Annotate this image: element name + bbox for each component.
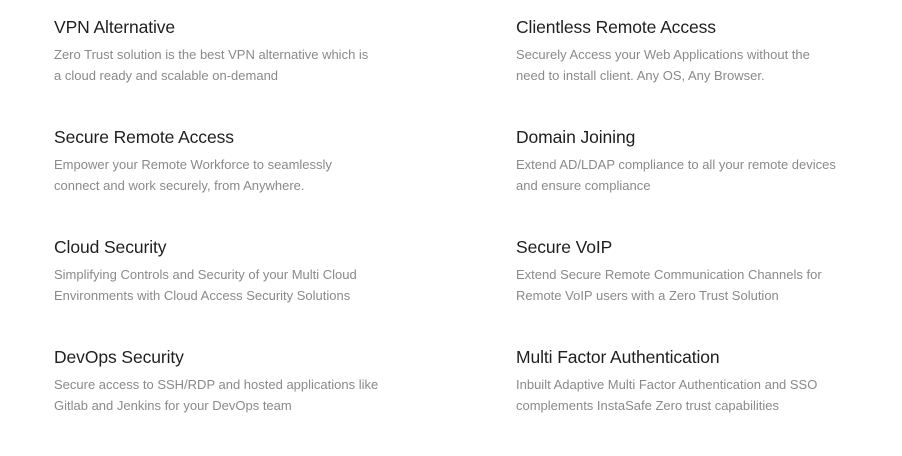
feature-description: Extend AD/LDAP compliance to all your re…: [516, 154, 902, 196]
feature-description-line: Simplifying Controls and Security of you…: [54, 267, 357, 282]
feature-title: Cloud Security: [54, 237, 167, 257]
feature-description: Secure access to SSH/RDP and hosted appl…: [54, 374, 446, 416]
feature-description-line: complements InstaSafe Zero trust capabil…: [516, 398, 780, 413]
feature-vpn-alternative: VPN Alternative Zero Trust solution is t…: [54, 15, 516, 125]
feature-description: Simplifying Controls and Security of you…: [54, 264, 446, 306]
feature-title: DevOps Security: [54, 347, 184, 367]
feature-description-line: Extend Secure Remote Communication Chann…: [516, 267, 822, 282]
feature-description: Empower your Remote Workforce to seamles…: [54, 154, 446, 196]
feature-description-line: Extend AD/LDAP compliance to all your re…: [516, 157, 836, 172]
feature-clientless-remote-access: Clientless Remote Access Securely Access…: [516, 15, 902, 125]
feature-description-line: a cloud ready and scalable on-demand: [54, 68, 279, 83]
feature-multi-factor-authentication: Multi Factor Authentication Inbuilt Adap…: [516, 345, 902, 455]
feature-description-line: Gitlab and Jenkins for your DevOps team: [54, 398, 292, 413]
feature-secure-remote-access: Secure Remote Access Empower your Remote…: [54, 125, 516, 235]
feature-description: Inbuilt Adaptive Multi Factor Authentica…: [516, 374, 902, 416]
feature-secure-voip: Secure VoIP Extend Secure Remote Communi…: [516, 235, 902, 345]
feature-description-line: and ensure compliance: [516, 178, 651, 193]
features-grid: VPN Alternative Zero Trust solution is t…: [54, 15, 902, 455]
feature-description-line: Inbuilt Adaptive Multi Factor Authentica…: [516, 377, 818, 392]
feature-description-line: need to install client. Any OS, Any Brow…: [516, 68, 765, 83]
feature-title: Clientless Remote Access: [516, 17, 716, 37]
feature-description-line: connect and work securely, from Anywhere…: [54, 178, 305, 193]
feature-description-line: Empower your Remote Workforce to seamles…: [54, 157, 332, 172]
feature-cloud-security: Cloud Security Simplifying Controls and …: [54, 235, 516, 345]
feature-title: Multi Factor Authentication: [516, 347, 720, 367]
feature-description-line: Environments with Cloud Access Security …: [54, 288, 351, 303]
feature-title: Domain Joining: [516, 127, 636, 147]
feature-devops-security: DevOps Security Secure access to SSH/RDP…: [54, 345, 516, 455]
feature-description: Zero Trust solution is the best VPN alte…: [54, 44, 446, 86]
feature-title: Secure VoIP: [516, 237, 613, 257]
feature-description-line: Zero Trust solution is the best VPN alte…: [54, 47, 369, 62]
feature-description: Extend Secure Remote Communication Chann…: [516, 264, 902, 306]
feature-description-line: Securely Access your Web Applications wi…: [516, 47, 810, 62]
feature-title: VPN Alternative: [54, 17, 176, 37]
feature-title: Secure Remote Access: [54, 127, 234, 147]
feature-description-line: Remote VoIP users with a Zero Trust Solu…: [516, 288, 779, 303]
feature-domain-joining: Domain Joining Extend AD/LDAP compliance…: [516, 125, 902, 235]
feature-description: Securely Access your Web Applications wi…: [516, 44, 902, 86]
feature-description-line: Secure access to SSH/RDP and hosted appl…: [54, 377, 379, 392]
